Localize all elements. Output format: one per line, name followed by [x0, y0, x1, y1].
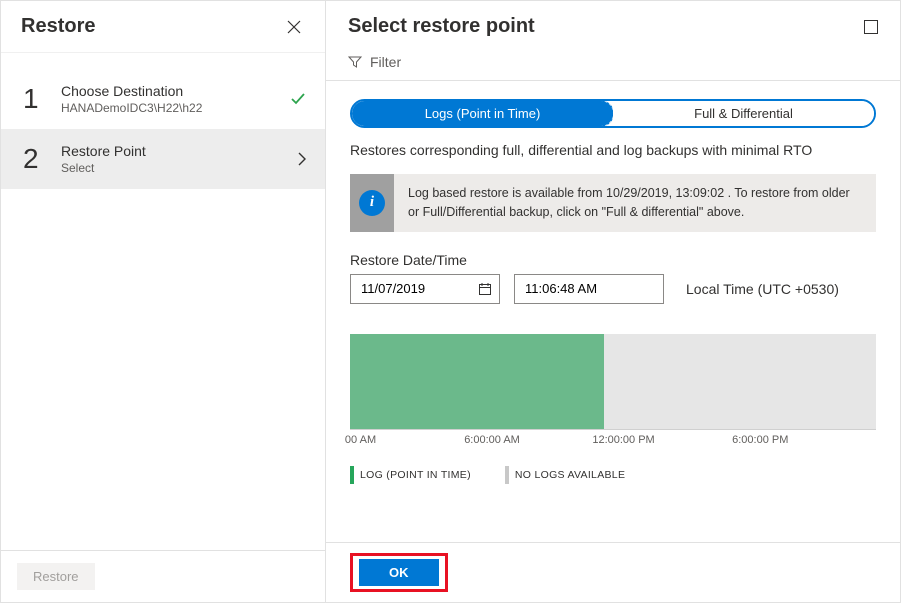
info-icon: i: [359, 190, 385, 216]
maximize-icon[interactable]: [864, 20, 878, 34]
legend-swatch-grey: [505, 466, 509, 484]
checkmark-icon: [289, 90, 307, 108]
step-number: 2: [23, 145, 53, 173]
timeline-segment-unavailable: [604, 334, 876, 429]
tick-06: 6:00:00 AM: [464, 434, 520, 446]
restore-button[interactable]: Restore: [17, 563, 95, 590]
datetime-row: Local Time (UTC +0530): [350, 274, 876, 304]
timeline-chart[interactable]: 00 AM 6:00:00 AM 12:00:00 PM 6:00:00 PM: [350, 334, 876, 450]
time-input[interactable]: [514, 274, 664, 304]
timeline-segment-available: [350, 334, 604, 429]
step-restore-point[interactable]: 2 Restore Point Select: [1, 129, 325, 189]
tab-full-differential[interactable]: Full & Differential: [613, 101, 874, 126]
date-input-wrap: [350, 274, 500, 304]
chevron-right-icon: [297, 151, 307, 167]
legend-swatch-green: [350, 466, 354, 484]
ok-button[interactable]: OK: [359, 559, 439, 586]
step-subtitle: Select: [61, 161, 289, 175]
tick-00: 00 AM: [345, 434, 376, 446]
step-body: Restore Point Select: [61, 143, 289, 175]
step-number: 1: [23, 85, 53, 113]
close-icon[interactable]: [283, 16, 305, 38]
sidebar-header: Restore: [1, 1, 325, 53]
info-text: Log based restore is available from 10/2…: [394, 174, 876, 232]
ok-highlight: OK: [350, 553, 448, 592]
step-title: Restore Point: [61, 143, 289, 159]
main-footer: OK: [326, 542, 900, 602]
time-input-wrap: [514, 274, 664, 304]
restore-sidebar: Restore 1 Choose Destination HANADemoIDC…: [1, 1, 326, 602]
timeline-ticks: 00 AM 6:00:00 AM 12:00:00 PM 6:00:00 PM: [350, 434, 876, 450]
timeline-legend: LOG (POINT IN TIME) NO LOGS AVAILABLE: [350, 466, 876, 484]
timeline-bar[interactable]: [350, 334, 876, 430]
date-input[interactable]: [350, 274, 500, 304]
legend-log-available: LOG (POINT IN TIME): [350, 466, 471, 484]
sidebar-footer: Restore: [1, 550, 325, 602]
legend-label: LOG (POINT IN TIME): [360, 469, 471, 481]
sidebar-title: Restore: [21, 15, 95, 38]
steps-list: 1 Choose Destination HANADemoIDC3\H22\h2…: [1, 53, 325, 550]
timezone-label: Local Time (UTC +0530): [686, 281, 839, 297]
description-text: Restores corresponding full, differentia…: [350, 142, 876, 158]
filter-icon: [348, 55, 362, 69]
tab-logs-point-in-time[interactable]: Logs (Point in Time): [351, 100, 614, 127]
main-header: Select restore point: [326, 1, 900, 48]
info-icon-wrap: i: [350, 174, 394, 232]
main-panel: Select restore point Filter Logs (Point …: [326, 1, 900, 602]
legend-label: NO LOGS AVAILABLE: [515, 469, 625, 481]
step-body: Choose Destination HANADemoIDC3\H22\h22: [61, 83, 281, 115]
step-title: Choose Destination: [61, 83, 281, 99]
tick-12: 12:00:00 PM: [592, 434, 654, 446]
step-choose-destination[interactable]: 1 Choose Destination HANADemoIDC3\H22\h2…: [1, 69, 325, 129]
content-area: Logs (Point in Time) Full & Differential…: [326, 81, 900, 542]
datetime-label: Restore Date/Time: [350, 252, 876, 268]
filter-row[interactable]: Filter: [326, 48, 900, 81]
info-banner: i Log based restore is available from 10…: [350, 174, 876, 232]
main-title: Select restore point: [348, 15, 535, 38]
tick-18: 6:00:00 PM: [732, 434, 788, 446]
restore-type-toggle: Logs (Point in Time) Full & Differential: [350, 99, 876, 128]
legend-no-logs: NO LOGS AVAILABLE: [505, 466, 625, 484]
filter-label: Filter: [370, 54, 401, 70]
step-subtitle: HANADemoIDC3\H22\h22: [61, 101, 281, 115]
